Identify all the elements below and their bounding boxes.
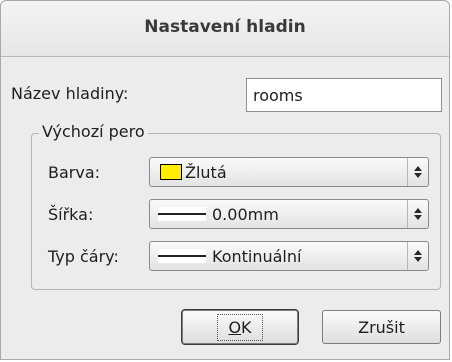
cancel-button[interactable]: Zrušit [322, 310, 441, 344]
ok-button-focus-ring: OK [217, 313, 263, 341]
line-type-label: Typ čáry: [48, 247, 119, 266]
line-type-select-value: Kontinuální [212, 246, 302, 266]
title-bar[interactable]: Nastavení hladin [1, 1, 449, 57]
line-type-sample-icon [158, 249, 206, 263]
updown-arrows-icon [407, 200, 428, 228]
width-select[interactable]: 0.00mm [149, 199, 429, 229]
color-label: Barva: [48, 163, 101, 182]
ok-mnemonic: O [228, 317, 242, 337]
updown-arrows-icon [407, 242, 428, 270]
updown-arrows-icon [407, 158, 428, 186]
dialog-title: Nastavení hladin [144, 17, 306, 37]
layer-name-label: Název hladiny: [11, 84, 129, 103]
yellow-color-swatch [160, 164, 182, 180]
color-select-value: Žlutá [185, 162, 227, 182]
width-select-value: 0.00mm [212, 204, 279, 224]
line-width-sample-icon [158, 207, 206, 221]
layer-name-input[interactable] [246, 78, 442, 112]
default-pen-group-title: Výchozí pero [39, 122, 148, 141]
layer-settings-dialog: Nastavení hladin Název hladiny: Výchozí … [0, 0, 450, 360]
ok-button[interactable]: OK [182, 310, 298, 344]
ok-label-rest: K [241, 317, 252, 337]
line-type-select[interactable]: Kontinuální [149, 241, 429, 271]
color-select[interactable]: Žlutá [149, 157, 429, 187]
width-label: Šířka: [48, 205, 94, 224]
